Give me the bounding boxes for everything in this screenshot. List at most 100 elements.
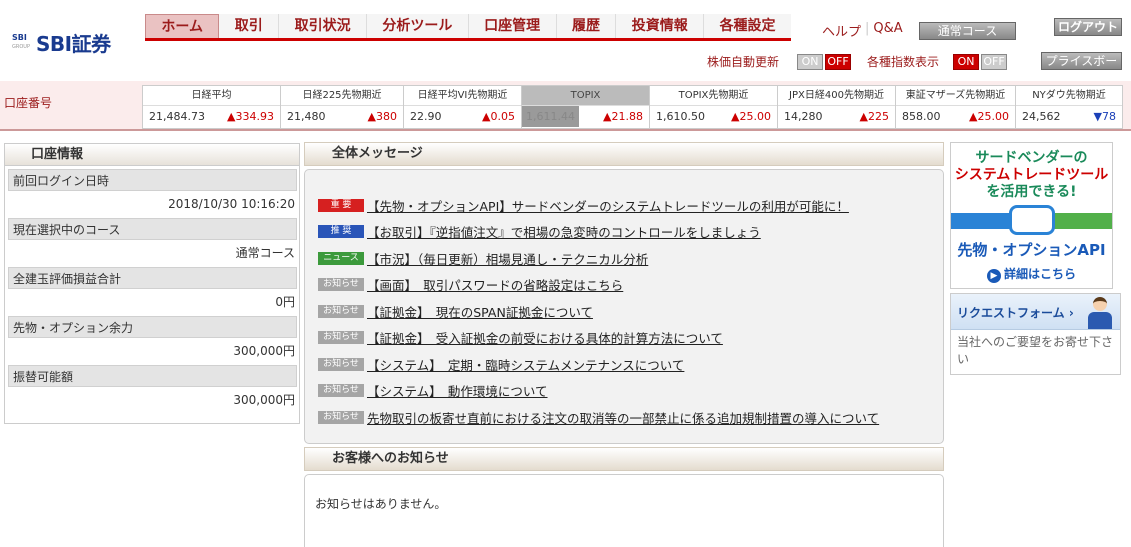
transferable-amount-label: 振替可能額	[8, 365, 297, 387]
index-cell[interactable]: 日経平均VI先物期近 22.90 ▲0.05	[404, 86, 522, 128]
global-messages-box: 重 要 【先物・オプションAPI】サードベンダーのシステムトレードツールの利用が…	[304, 169, 944, 444]
current-course-value: 通常コース	[235, 246, 295, 260]
banner-detail-link[interactable]: ▶ 詳細はこちら	[951, 265, 1112, 283]
index-change: ▲25.00	[731, 110, 771, 123]
request-form-text: 当社へのご要望をお寄せ下さい	[957, 335, 1114, 366]
message-list: 重 要 【先物・オプションAPI】サードベンダーのシステムトレードツールの利用が…	[318, 192, 879, 431]
sbi-logo[interactable]: SBI GROUP SBI証券	[12, 28, 111, 57]
banner-line-2: システムトレードツール	[954, 167, 1109, 183]
index-change: ▲380	[367, 110, 397, 123]
index-value: 14,280	[784, 110, 823, 123]
logo-mark-text: SBI	[12, 32, 27, 42]
index-name: TOPIX	[522, 86, 649, 106]
message-link[interactable]: 【画面】 取引パスワードの省略設定はこちら	[367, 275, 623, 294]
notice-badge: お知らせ	[318, 384, 364, 398]
logo-name: SBI証券	[36, 32, 111, 56]
banner-line-1: サードベンダーの	[975, 150, 1088, 166]
nav-analysis-tools[interactable]: 分析ツール	[367, 14, 469, 38]
index-cell[interactable]: TOPIX先物期近 1,610.50 ▲25.00	[650, 86, 778, 128]
message-link[interactable]: 【市況】（毎日更新）相場見通し・テクニカル分析	[367, 249, 648, 268]
list-item: お知らせ 【画面】 取引パスワードの省略設定はこちら	[318, 272, 879, 299]
index-name: 日経225先物期近	[281, 86, 403, 106]
index-name: 日経平均	[143, 86, 280, 106]
index-cell[interactable]: 日経225先物期近 21,480 ▲380	[281, 86, 404, 128]
index-cell[interactable]: JPX日経400先物期近 14,280 ▲225	[778, 86, 896, 128]
price-board-button[interactable]: プライスボード	[1041, 52, 1122, 84]
banner-line-3: を活用できる!	[986, 184, 1077, 200]
index-name: 東証マザーズ先物期近	[896, 86, 1015, 106]
logo-mark: SBI GROUP	[12, 33, 32, 53]
customer-notice-text: お知らせはありません。	[315, 497, 447, 511]
current-course-label: 現在選択中のコース	[8, 218, 297, 240]
total-pl-value: 0円	[275, 295, 295, 309]
nav-account-management[interactable]: 口座管理	[469, 14, 557, 38]
futures-options-capacity-value: 300,000円	[233, 344, 295, 358]
index-value: 1,610.50	[656, 110, 705, 123]
api-banner[interactable]: サードベンダーの システムトレードツール を活用できる! 先物・オプションAPI…	[950, 142, 1113, 289]
list-item: お知らせ 【システム】 定期・臨時システムメンテナンスについて	[318, 351, 879, 378]
list-item: 重 要 【先物・オプションAPI】サードベンダーのシステムトレードツールの利用が…	[318, 192, 879, 219]
message-link[interactable]: 【証拠金】 現在のSPAN証拠金について	[367, 302, 593, 321]
nav-history[interactable]: 履歴	[557, 14, 617, 38]
index-ticker: 日経平均 21,484.73 ▲334.93 日経225先物期近 21,480 ▲3…	[142, 85, 1123, 129]
nav-investment-info[interactable]: 投資情報	[616, 14, 705, 38]
index-name: 日経平均VI先物期近	[404, 86, 521, 106]
list-item: お知らせ 【システム】 動作環境について	[318, 378, 879, 405]
notice-badge: お知らせ	[318, 278, 364, 292]
qa-link[interactable]: Q&A	[869, 21, 906, 40]
important-badge: 重 要	[318, 198, 364, 212]
index-cell[interactable]: 東証マザーズ先物期近 858.00 ▲25.00	[896, 86, 1016, 128]
logout-button[interactable]: ログアウト	[1054, 18, 1122, 36]
auto-update-off-toggle[interactable]: OFF	[825, 53, 852, 70]
index-display-off-toggle[interactable]: OFF	[981, 53, 1008, 70]
index-change: ▲334.93	[227, 110, 274, 123]
index-display-on-toggle[interactable]: ON	[953, 53, 980, 70]
logo-group-text: GROUP	[12, 43, 30, 50]
auto-update-label: 株価自動更新	[707, 55, 780, 69]
notice-badge: お知らせ	[318, 331, 364, 345]
help-link[interactable]: ヘルプ	[818, 21, 865, 40]
banner-headline: サードベンダーの システムトレードツール を活用できる!	[951, 150, 1112, 201]
banner-detail-text: 詳細はこちら	[1003, 267, 1076, 281]
index-cell[interactable]: TOPIX 1,611.44 ▲21.88	[522, 86, 650, 128]
nav-home[interactable]: ホーム	[145, 14, 220, 38]
handshake-icon	[951, 205, 1112, 235]
transferable-amount-value: 300,000円	[233, 393, 295, 407]
auto-update-on-toggle[interactable]: ON	[797, 53, 824, 70]
index-value: 858.00	[902, 110, 941, 123]
request-form-header: リクエストフォーム ›	[951, 294, 1120, 330]
handshake-hands	[1009, 205, 1055, 235]
notice-badge: お知らせ	[318, 410, 364, 424]
account-info-title: 口座情報	[5, 144, 299, 166]
main-nav: ホーム 取引 取引状況 分析ツール 口座管理 履歴 投資情報 各種設定	[145, 14, 791, 41]
futures-options-capacity-label: 先物・オプション余力	[8, 316, 297, 338]
list-item: ニュース 【市況】（毎日更新）相場見通し・テクニカル分析	[318, 245, 879, 272]
nav-settings[interactable]: 各種設定	[704, 14, 791, 38]
message-link[interactable]: 【証拠金】 受入証拠金の前受における具体的計算方法について	[367, 328, 723, 347]
message-link[interactable]: 【先物・オプションAPI】サードベンダーのシステムトレードツールの利用が可能に！	[367, 196, 849, 215]
message-link[interactable]: 【システム】 定期・臨時システムメンテナンスについて	[367, 355, 684, 374]
notice-badge: お知らせ	[318, 304, 364, 318]
nav-trade-status[interactable]: 取引状況	[279, 14, 367, 38]
request-form-link[interactable]: リクエストフォーム ›	[957, 304, 1074, 321]
global-messages-title: 全体メッセージ	[304, 142, 944, 166]
play-icon: ▶	[986, 269, 1001, 283]
index-change: ▼78	[1093, 110, 1116, 123]
recommend-badge: 推 奨	[318, 225, 364, 239]
course-button[interactable]: 通常コース	[919, 22, 1016, 40]
account-number-label: 口座番号	[4, 96, 53, 110]
nav-trade[interactable]: 取引	[219, 14, 280, 38]
notice-badge: お知らせ	[318, 357, 364, 371]
message-link[interactable]: 【システム】 動作環境について	[367, 381, 548, 400]
list-item: お知らせ 先物取引の板寄せ直前における注文の取消等の一部禁止に係る追加規制措置の…	[318, 404, 879, 431]
account-info-panel: 口座情報 前回ログイン日時 2018/10/30 10:16:20 現在選択中の…	[4, 143, 300, 424]
index-cell[interactable]: NYダウ先物期近 24,562 ▼78	[1016, 86, 1122, 128]
index-cell[interactable]: 日経平均 21,484.73 ▲334.93	[143, 86, 281, 128]
customer-notice-title: お客様へのお知らせ	[304, 447, 944, 471]
index-change: ▲0.05	[482, 110, 515, 123]
toggle-row: 株価自動更新 ON OFF 各種指数表示 ON OFF	[707, 53, 1008, 70]
message-link[interactable]: 【お取引】『逆指値注文』で相場の急変時のコントロールをしましょう	[367, 222, 761, 241]
message-link[interactable]: 先物取引の板寄せ直前における注文の取消等の一部禁止に係る追加規制措置の導入につい…	[367, 408, 879, 427]
index-value: 21,480	[287, 110, 326, 123]
banner-product: 先物・オプションAPI	[957, 241, 1106, 259]
